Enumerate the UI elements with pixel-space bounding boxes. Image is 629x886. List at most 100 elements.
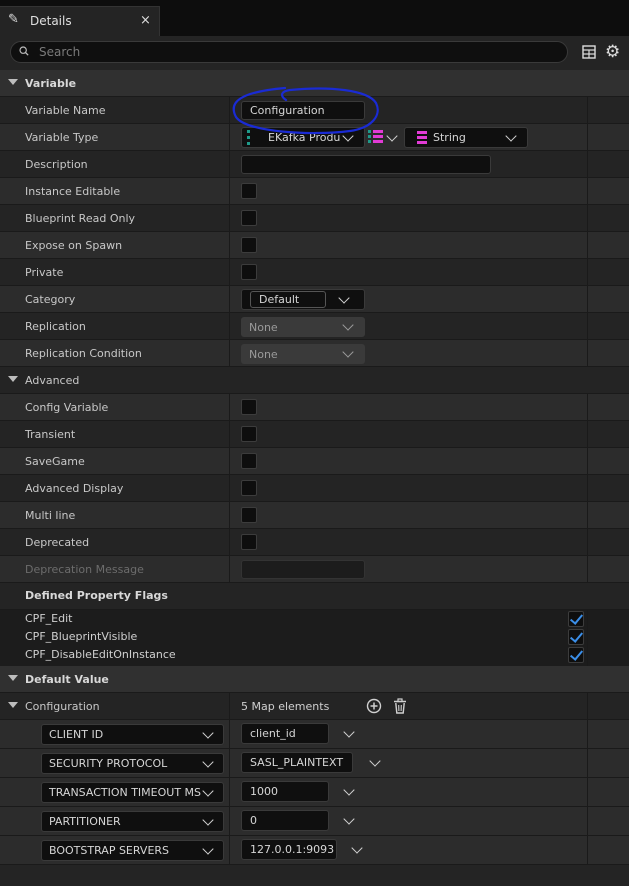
instance-editable-label: Instance Editable xyxy=(25,185,121,198)
configuration-label: Configuration xyxy=(25,700,100,713)
advanced-display-label: Advanced Display xyxy=(25,482,124,495)
section-default-value[interactable]: Default Value xyxy=(0,666,629,693)
section-variable[interactable]: Variable xyxy=(0,70,629,97)
row-description: Description xyxy=(0,151,629,178)
search-input[interactable] xyxy=(39,44,539,60)
divider xyxy=(229,693,230,719)
collapse-arrow-icon[interactable] xyxy=(8,675,18,681)
divider xyxy=(587,286,588,312)
replication-condition-value: None xyxy=(249,348,278,361)
close-icon[interactable]: × xyxy=(140,13,151,28)
flag-checkbox[interactable] xyxy=(568,647,584,663)
key-type-label: EKafka Produ xyxy=(268,131,341,144)
flag-label: CPF_DisableEditOnInstance xyxy=(25,648,176,661)
map-entry-row: TRANSACTION TIMEOUT MS 1000 xyxy=(0,778,629,807)
collapse-arrow-icon[interactable] xyxy=(8,79,18,85)
map-key-dropdown[interactable]: SECURITY PROTOCOL xyxy=(41,753,224,774)
divider xyxy=(229,97,230,123)
divider xyxy=(229,124,230,150)
divider xyxy=(229,836,230,864)
trash-icon[interactable] xyxy=(392,698,408,714)
row-deprecation-message: Deprecation Message xyxy=(0,556,629,583)
flag-checkbox[interactable] xyxy=(568,629,584,645)
section-title: Default Value xyxy=(25,673,109,686)
divider xyxy=(229,259,230,285)
row-configuration: Configuration 5 Map elements xyxy=(0,693,629,720)
description-field[interactable] xyxy=(241,155,491,174)
chevron-down-icon[interactable] xyxy=(386,130,398,142)
deprecated-checkbox[interactable] xyxy=(241,534,257,550)
category-field[interactable]: Default xyxy=(250,291,326,308)
advanced-display-checkbox[interactable] xyxy=(241,480,257,496)
row-instance-editable: Instance Editable xyxy=(0,178,629,205)
row-private: Private xyxy=(0,259,629,286)
row-transient: Transient xyxy=(0,421,629,448)
divider xyxy=(587,807,588,835)
map-key-dropdown[interactable]: TRANSACTION TIMEOUT MS xyxy=(41,782,224,803)
row-variable-name: Variable Name Configuration xyxy=(0,97,629,124)
chevron-down-icon[interactable] xyxy=(343,726,355,738)
config-variable-checkbox[interactable] xyxy=(241,399,257,415)
blueprint-read-only-checkbox[interactable] xyxy=(241,210,257,226)
enum-type-icon xyxy=(247,130,250,145)
gear-icon[interactable]: ⚙ xyxy=(605,43,620,61)
map-value-field[interactable]: 1000 xyxy=(241,781,329,802)
divider xyxy=(587,232,588,258)
private-checkbox[interactable] xyxy=(241,264,257,280)
chevron-down-icon[interactable] xyxy=(343,784,355,796)
expand-arrow-icon[interactable] xyxy=(8,702,18,708)
divider xyxy=(587,475,588,501)
chevron-down-icon[interactable] xyxy=(369,755,381,767)
variable-name-field[interactable]: Configuration xyxy=(241,101,365,120)
category-label: Category xyxy=(25,293,76,306)
divider xyxy=(587,556,588,582)
savegame-checkbox[interactable] xyxy=(241,453,257,469)
divider xyxy=(587,502,588,528)
search-box[interactable] xyxy=(10,41,568,63)
divider xyxy=(587,693,588,719)
flag-checkbox[interactable] xyxy=(568,611,584,627)
map-entry-row: SECURITY PROTOCOL SASL_PLAINTEXT xyxy=(0,749,629,778)
private-label: Private xyxy=(25,266,64,279)
defined-property-flags-title: Defined Property Flags xyxy=(25,589,168,602)
divider xyxy=(587,529,588,555)
map-entry-row: CLIENT ID client_id xyxy=(0,720,629,749)
divider xyxy=(229,778,230,806)
table-view-icon[interactable] xyxy=(582,45,596,59)
section-advanced[interactable]: Advanced xyxy=(0,367,629,394)
tab-details[interactable]: ✎ Details × xyxy=(0,6,160,36)
map-value-field[interactable]: SASL_PLAINTEXT xyxy=(241,752,353,773)
deprecation-message-label: Deprecation Message xyxy=(25,563,144,576)
divider xyxy=(229,475,230,501)
instance-editable-checkbox[interactable] xyxy=(241,183,257,199)
map-value-field[interactable]: 127.0.0.1:9093 xyxy=(241,839,337,860)
map-container-icon[interactable] xyxy=(368,129,384,145)
map-key-dropdown[interactable]: BOOTSTRAP SERVERS xyxy=(41,840,224,861)
savegame-label: SaveGame xyxy=(25,455,85,468)
map-value-field[interactable]: 0 xyxy=(241,810,329,831)
expose-on-spawn-checkbox[interactable] xyxy=(241,237,257,253)
chevron-down-icon[interactable] xyxy=(343,813,355,825)
deprecation-message-field[interactable] xyxy=(241,560,365,579)
property-flags-list: CPF_Edit CPF_BlueprintVisible CPF_Disabl… xyxy=(0,610,629,666)
divider xyxy=(587,836,588,864)
divider xyxy=(587,151,588,177)
map-key-dropdown[interactable]: PARTITIONER xyxy=(41,811,224,832)
map-value-field[interactable]: client_id xyxy=(241,723,329,744)
collapse-arrow-icon[interactable] xyxy=(8,376,18,382)
divider xyxy=(587,97,588,123)
row-blueprint-read-only: Blueprint Read Only xyxy=(0,205,629,232)
divider xyxy=(229,151,230,177)
chevron-down-icon[interactable] xyxy=(351,842,363,854)
deprecated-label: Deprecated xyxy=(25,536,90,549)
divider xyxy=(229,421,230,447)
divider xyxy=(587,124,588,150)
row-category: Category Default xyxy=(0,286,629,313)
map-key-dropdown[interactable]: CLIENT ID xyxy=(41,724,224,745)
add-element-icon[interactable] xyxy=(366,698,382,714)
transient-checkbox[interactable] xyxy=(241,426,257,442)
replication-value: None xyxy=(249,321,278,334)
divider xyxy=(229,448,230,474)
string-type-icon xyxy=(417,131,427,144)
multi-line-checkbox[interactable] xyxy=(241,507,257,523)
